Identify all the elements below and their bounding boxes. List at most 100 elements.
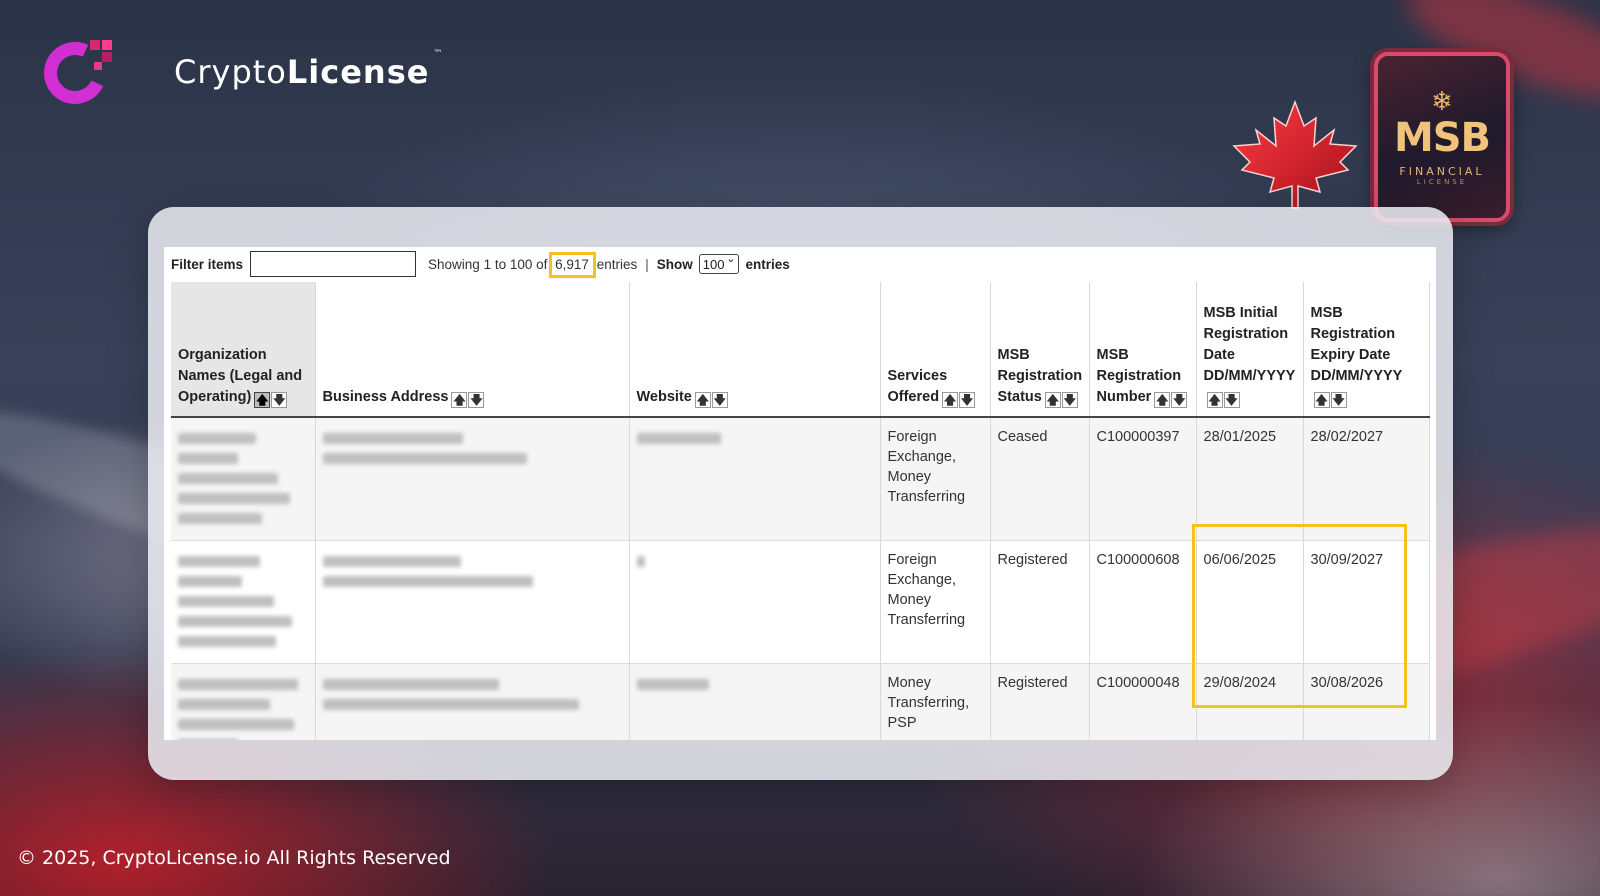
brand-logo: CryptoLicense ™	[35, 33, 443, 113]
sort-ascending-icon[interactable]: 🡅	[694, 392, 711, 408]
maple-leaf-icon	[1232, 100, 1358, 209]
entries-label: entries	[745, 256, 790, 272]
sort-descending-icon[interactable]: 🡇	[1171, 392, 1188, 408]
total-entries-count: 6,917	[549, 251, 596, 278]
expiry-date-cell: 30/09/2027	[1303, 540, 1430, 664]
services-line: Foreign Exchange,	[887, 429, 957, 465]
column-header-label: Services Offered	[887, 368, 948, 405]
table-row: Foreign Exchange, Money Transferring Regis…	[171, 540, 1430, 664]
brand-name: CryptoLicense ™	[174, 49, 443, 91]
column-header-label: Website	[636, 389, 692, 405]
table-row: Foreign Exchange, Money Transferring Cease…	[171, 417, 1430, 541]
page-size-select[interactable]: 100	[698, 252, 740, 274]
services-line: Transferring	[887, 489, 966, 505]
brand-mark-icon	[35, 33, 116, 113]
sort-controls: 🡅 🡇	[451, 392, 485, 408]
services-cell: Foreign Exchange, Money Transferring	[880, 417, 991, 541]
badge-line-license: LICENSE	[1416, 177, 1468, 186]
services-line: Money	[887, 592, 932, 608]
show-label: Show	[656, 256, 693, 272]
badge-maple-leaf-icon: ❄	[1431, 86, 1453, 117]
brand-name-light: Crypto	[174, 53, 287, 91]
sort-controls: 🡅 🡇	[1206, 392, 1240, 408]
column-header-status[interactable]: MSB Registration Status 🡅 🡇	[990, 282, 1090, 418]
organization-cell-redacted	[171, 417, 316, 541]
showing-prefix: Showing 1 to 100 of	[428, 256, 548, 272]
sort-descending-icon[interactable]: 🡇	[1061, 392, 1078, 408]
column-header-expiry-date[interactable]: MSB Registration Expiry Date DD/MM/YYYY 🡅…	[1303, 282, 1430, 418]
msb-registry-table: Organization Names (Legal and Operating)…	[171, 282, 1430, 740]
brand-name-bold: License	[286, 53, 430, 91]
column-header-organization[interactable]: Organization Names (Legal and Operating)…	[171, 282, 316, 418]
registration-number-cell: C100000608	[1089, 540, 1197, 664]
column-header-label: MSB Registration Expiry Date DD/MM/YYYY	[1310, 305, 1403, 384]
expiry-date-cell: 30/08/2026	[1303, 663, 1430, 740]
table-controls: Filter items Showing 1 to 100 of 6,917 e…	[171, 251, 790, 278]
organization-cell-redacted	[171, 663, 316, 740]
sort-ascending-icon[interactable]: 🡅	[1206, 392, 1223, 408]
registration-number-cell: C100000397	[1089, 417, 1197, 541]
column-header-initial-date[interactable]: MSB Initial Registration Date DD/MM/YYYY…	[1196, 282, 1304, 418]
website-cell-redacted	[629, 540, 881, 664]
sort-descending-icon[interactable]: 🡇	[1330, 392, 1347, 408]
services-line: Money	[887, 469, 932, 485]
sort-controls: 🡅 🡇	[1154, 392, 1188, 408]
sort-ascending-icon[interactable]: 🡅	[1044, 392, 1061, 408]
sort-controls: 🡅 🡇	[254, 392, 288, 408]
column-header-website[interactable]: Website 🡅 🡇	[629, 282, 881, 418]
sort-ascending-icon[interactable]: 🡅	[1154, 392, 1171, 408]
controls-separator: |	[645, 256, 649, 272]
address-cell-redacted	[315, 663, 630, 740]
services-line: Foreign Exchange,	[887, 552, 957, 588]
services-line: Money	[887, 675, 932, 691]
services-cell: Foreign Exchange, Money Transferring	[880, 540, 991, 664]
registry-panel: Filter items Showing 1 to 100 of 6,917 e…	[164, 247, 1436, 740]
sort-descending-icon[interactable]: 🡇	[711, 392, 728, 408]
address-cell-redacted	[315, 540, 630, 664]
showing-summary: Showing 1 to 100 of 6,917 entries	[428, 251, 638, 278]
column-header-registration-number[interactable]: MSB Registration Number 🡅 🡇	[1089, 282, 1197, 418]
services-cell: Money Transferring, PSP	[880, 663, 991, 740]
sort-ascending-icon[interactable]: 🡅	[451, 392, 468, 408]
column-header-services[interactable]: Services Offered 🡅 🡇	[880, 282, 991, 418]
sort-descending-icon[interactable]: 🡇	[1223, 392, 1240, 408]
website-cell-redacted	[629, 417, 881, 541]
copyright-footer: © 2025, CryptoLicense.io All Rights Rese…	[17, 847, 451, 869]
sort-controls: 🡅 🡇	[694, 392, 728, 408]
table-row: Money Transferring, PSP Registered C100000…	[171, 663, 1430, 740]
column-header-label: MSB Initial Registration Date DD/MM/YYYY	[1203, 305, 1296, 384]
filter-input[interactable]	[250, 251, 417, 277]
sort-controls: 🡅 🡇	[942, 392, 976, 408]
expiry-date-cell: 28/02/2027	[1303, 417, 1430, 541]
initial-date-cell: 28/01/2025	[1196, 417, 1304, 541]
organization-cell-redacted	[171, 540, 316, 664]
sort-controls: 🡅 🡇	[1313, 392, 1347, 408]
sort-controls: 🡅 🡇	[1044, 392, 1078, 408]
registration-number-cell: C100000048	[1089, 663, 1197, 740]
badge-title: MSB	[1393, 114, 1491, 161]
sort-ascending-icon[interactable]: 🡅	[1313, 392, 1330, 408]
filter-label: Filter items	[171, 256, 244, 272]
services-line: Transferring	[887, 612, 966, 628]
sort-descending-icon[interactable]: 🡇	[468, 392, 485, 408]
showing-suffix: entries	[596, 256, 638, 272]
badge-line-financial: FINANCIAL	[1399, 164, 1485, 178]
status-cell: Registered	[990, 663, 1090, 740]
column-header-business-address[interactable]: Business Address 🡅 🡇	[315, 282, 630, 418]
status-cell: Ceased	[990, 417, 1090, 541]
initial-date-cell: 06/06/2025	[1196, 540, 1304, 664]
website-cell-redacted	[629, 663, 881, 740]
trademark-symbol: ™	[433, 49, 444, 59]
column-header-label: Business Address	[322, 389, 449, 405]
status-cell: Registered	[990, 540, 1090, 664]
services-line: Transferring,	[887, 695, 970, 711]
sort-descending-icon[interactable]: 🡇	[271, 392, 288, 408]
sort-ascending-icon[interactable]: 🡅	[254, 392, 271, 408]
initial-date-cell: 29/08/2024	[1196, 663, 1304, 740]
table-header-row: Organization Names (Legal and Operating)…	[171, 282, 1430, 418]
address-cell-redacted	[315, 417, 630, 541]
sort-ascending-icon[interactable]: 🡅	[942, 392, 959, 408]
sort-descending-icon[interactable]: 🡇	[959, 392, 976, 408]
msb-license-badge: ❄ MSB FINANCIAL LICENSE	[1374, 52, 1510, 222]
services-line: PSP	[887, 715, 917, 731]
